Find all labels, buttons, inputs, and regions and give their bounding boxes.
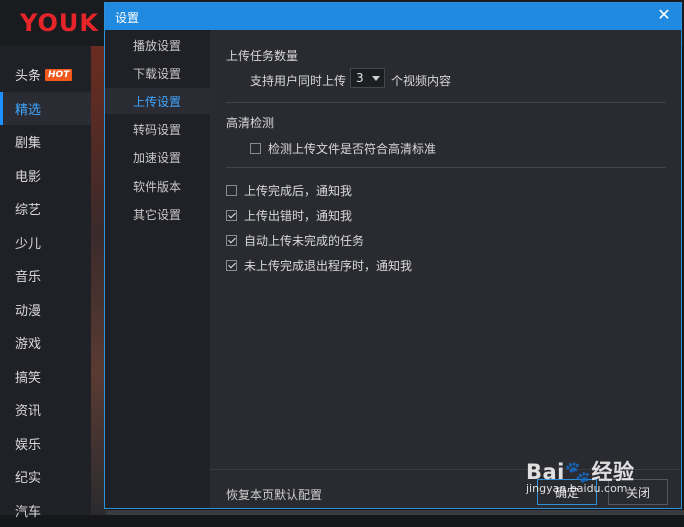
- app-sidebar: 头条 HOT 精选剧集电影综艺少儿音乐动漫游戏搞笑资讯娱乐纪实汽车: [0, 46, 91, 520]
- sidebar-item[interactable]: 精选: [0, 91, 91, 125]
- sidebar-item[interactable]: 资讯: [0, 393, 91, 426]
- notification-checkbox[interactable]: [226, 185, 237, 196]
- settings-dialog: 设置 ✕ 播放设置 下载设置 上传设置 转码设置 加速设置 软件版本 其它设置 上传任务数量…: [104, 2, 682, 509]
- sidebar-item-label: 精选: [15, 102, 42, 118]
- settings-nav-item[interactable]: 播放设置: [105, 32, 210, 58]
- hot-badge: HOT: [45, 68, 73, 81]
- sidebar-item[interactable]: 汽车: [0, 494, 91, 527]
- sidebar-item-label: 剧集: [15, 136, 42, 151]
- notification-label: 未上传完成退出程序时，通知我: [244, 259, 413, 273]
- settings-nav-item[interactable]: 下载设置: [105, 60, 210, 86]
- sidebar-item[interactable]: 综艺: [0, 192, 91, 225]
- notification-label: 上传完成后，通知我: [244, 184, 353, 198]
- sidebar-item[interactable]: 少儿: [0, 226, 91, 259]
- close-icon[interactable]: ✕: [656, 7, 672, 23]
- sidebar-item-label: 资讯: [15, 404, 42, 419]
- sidebar-item[interactable]: 头条 HOT: [0, 58, 91, 91]
- sidebar-item-label: 电影: [15, 169, 42, 185]
- upload-settings-panel: 上传任务数量 支持用户同时上传 3 个视频内容 高清检测 检测上传文件是否符合高…: [210, 30, 681, 508]
- sidebar-item-label: 头条: [15, 69, 42, 84]
- sidebar-item-label: 动漫: [15, 303, 42, 319]
- divider: [226, 167, 666, 168]
- notification-option[interactable]: 上传出错时，通知我: [226, 207, 352, 224]
- app-content-strip: [106, 510, 684, 515]
- notification-option[interactable]: 上传完成后，通知我: [226, 182, 352, 199]
- sidebar-item-label: 综艺: [15, 203, 42, 218]
- sidebar-item-label: 汽车: [15, 504, 42, 520]
- settings-nav-item[interactable]: 上传设置: [105, 88, 210, 115]
- upload-count-select[interactable]: 3: [350, 68, 385, 88]
- dialog-title: 设置: [115, 11, 140, 25]
- settings-nav-item[interactable]: 转码设置: [105, 117, 210, 143]
- youku-logo[interactable]: YOUK: [20, 9, 99, 37]
- notification-option[interactable]: 未上传完成退出程序时，通知我: [226, 257, 412, 274]
- dialog-titlebar[interactable]: 设置 ✕: [105, 3, 681, 30]
- hd-check-title: 高清检测: [226, 116, 275, 130]
- chevron-down-icon: [372, 76, 380, 81]
- notification-checkbox[interactable]: [226, 260, 237, 271]
- dialog-footer: 恢复本页默认配置 确定 关闭: [210, 469, 681, 508]
- settings-nav-item[interactable]: 加速设置: [105, 145, 210, 171]
- restore-defaults-link[interactable]: 恢复本页默认配置: [226, 486, 322, 503]
- sidebar-item[interactable]: 娱乐: [0, 427, 91, 460]
- upload-count-title: 上传任务数量: [226, 49, 299, 63]
- notification-label: 上传出错时，通知我: [244, 209, 353, 223]
- divider: [226, 102, 666, 103]
- upload-count-prefix: 支持用户同时上传: [250, 74, 347, 88]
- upload-count-value: 3: [356, 71, 364, 85]
- close-button[interactable]: 关闭: [608, 479, 668, 505]
- hd-check-label: 检测上传文件是否符合高清标准: [268, 142, 437, 156]
- sidebar-item-label: 游戏: [15, 337, 42, 352]
- sidebar-item[interactable]: 剧集: [0, 125, 91, 158]
- settings-nav: 播放设置 下载设置 上传设置 转码设置 加速设置 软件版本 其它设置: [105, 30, 210, 508]
- notification-label: 自动上传未完成的任务: [244, 234, 365, 248]
- hd-check-option[interactable]: 检测上传文件是否符合高清标准: [250, 140, 436, 157]
- sidebar-item-label: 少儿: [15, 236, 42, 252]
- ok-button[interactable]: 确定: [537, 479, 597, 505]
- settings-nav-item[interactable]: 软件版本: [105, 173, 210, 199]
- settings-nav-item[interactable]: 其它设置: [105, 201, 210, 227]
- sidebar-item-label: 纪实: [15, 471, 42, 486]
- notification-checkbox[interactable]: [226, 235, 237, 246]
- sidebar-item[interactable]: 电影: [0, 159, 91, 192]
- sidebar-item[interactable]: 纪实: [0, 460, 91, 493]
- notification-checkbox[interactable]: [226, 210, 237, 221]
- sidebar-item[interactable]: 游戏: [0, 326, 91, 359]
- sidebar-item[interactable]: 搞笑: [0, 360, 91, 393]
- hd-check-checkbox[interactable]: [250, 143, 261, 154]
- sidebar-item-label: 娱乐: [15, 437, 42, 453]
- sidebar-item[interactable]: 动漫: [0, 293, 91, 326]
- notification-option[interactable]: 自动上传未完成的任务: [226, 232, 364, 249]
- sidebar-item-label: 音乐: [15, 270, 42, 285]
- sidebar-item-label: 搞笑: [15, 370, 42, 386]
- sidebar-item[interactable]: 音乐: [0, 259, 91, 292]
- upload-count-suffix: 个视频内容: [391, 74, 452, 88]
